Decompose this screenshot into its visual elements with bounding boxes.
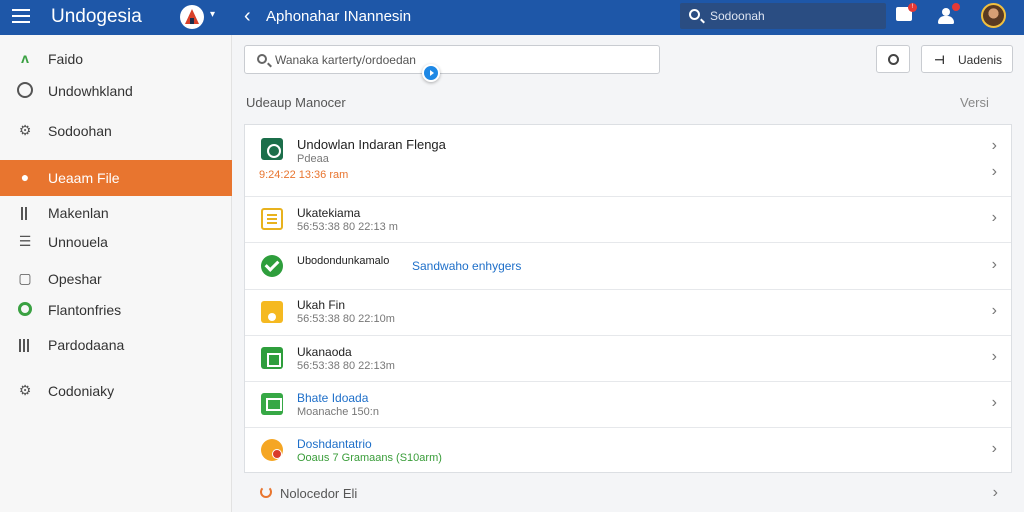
circle-icon: ● xyxy=(20,169,30,185)
check-icon xyxy=(261,255,283,277)
ring-icon xyxy=(18,302,32,316)
sidebar-item-label: Ueaam File xyxy=(48,170,120,186)
file-list: Undowlan Indaran Flenga Pdeaa 9:24:22 13… xyxy=(244,124,1012,473)
chevron-right-icon[interactable]: › xyxy=(992,163,997,181)
app-logo-icon[interactable] xyxy=(180,5,204,29)
search-box[interactable] xyxy=(244,45,660,74)
clock-icon xyxy=(17,82,33,98)
bars-icon xyxy=(17,204,33,220)
item-meta: 9:24:22 13:36 ram xyxy=(259,169,349,181)
a-icon: ʌ xyxy=(21,50,29,66)
clock-icon xyxy=(888,54,899,65)
list-item[interactable]: Undowlan Indaran Flenga Pdeaa 9:24:22 13… xyxy=(245,125,1011,197)
top-bar: Undogesia ▾ ‹ Aphonahar INannesin Sodoon… xyxy=(0,0,1024,35)
notification-icon[interactable]: ! xyxy=(896,3,917,21)
image-icon xyxy=(261,347,283,369)
chevron-right-icon[interactable]: › xyxy=(992,348,997,366)
avatar[interactable] xyxy=(981,3,1006,28)
top-search-input[interactable]: Sodoonah xyxy=(680,3,886,29)
chevron-down-icon[interactable]: ▾ xyxy=(210,9,215,20)
update-button[interactable]: ⊣ Uadenis xyxy=(921,45,1013,73)
sidebar-item-unnouela[interactable]: ☰ Unnouela xyxy=(0,225,232,259)
sidebar-item-opeshar[interactable]: ▢ Opeshar xyxy=(0,262,232,296)
sidebar: ʌ Faido Undowhkland ⚙ Sodoohan ● Ueaam F… xyxy=(0,35,232,512)
item-subtitle: 56:53:38 80 22:13m xyxy=(297,360,395,372)
main-content: ⊣ Uadenis Udeaup Manocer Versi Undowlan … xyxy=(232,35,1024,512)
play-cursor-icon[interactable] xyxy=(422,64,440,82)
item-subtitle: 56:53:38 80 22:10m xyxy=(297,313,395,325)
sidebar-item-flantonfries[interactable]: Flantonfries xyxy=(0,293,232,327)
footer-row[interactable]: Nolocedor Eli › xyxy=(244,480,1012,508)
item-status-link[interactable]: Sandwaho enhygers xyxy=(412,259,521,273)
chevron-right-icon[interactable]: › xyxy=(992,302,997,320)
chevron-right-icon[interactable]: › xyxy=(992,209,997,227)
footer-label: Nolocedor Eli xyxy=(280,486,358,501)
sidebar-item-undowhkland[interactable]: Undowhkland xyxy=(0,74,232,108)
list-item[interactable]: Ukah Fin 56:53:38 80 22:10m › xyxy=(245,290,1011,336)
sidebar-item-label: Unnouela xyxy=(48,234,108,250)
sidebar-item-label: Undowhkland xyxy=(48,83,133,99)
version-link[interactable]: Versi xyxy=(960,95,989,110)
sidebar-item-label: Makenlan xyxy=(48,205,109,221)
list-item[interactable]: Ukatekiama 56:53:38 80 22:13 m › xyxy=(245,197,1011,243)
sidebar-item-label: Faido xyxy=(48,51,84,67)
file-icon xyxy=(261,138,283,160)
item-subtitle: Pdeaa xyxy=(297,153,329,165)
columns-icon xyxy=(17,336,33,352)
back-arrow-icon[interactable]: ‹ xyxy=(244,5,251,28)
sidebar-item-label: Codoniaky xyxy=(48,383,115,399)
gear-icon: ⚙ xyxy=(18,382,32,398)
item-title: Undowlan Indaran Flenga xyxy=(297,137,446,152)
section-title: Udeaup Manocer xyxy=(246,95,346,110)
chevron-right-icon[interactable]: › xyxy=(992,137,997,155)
notification-badge: ! xyxy=(908,3,917,12)
page-heading: Aphonahar INannesin xyxy=(266,8,412,25)
pin-icon: ⊣ xyxy=(934,53,945,67)
document-icon xyxy=(261,208,283,230)
item-title: Ukah Fin xyxy=(297,298,346,312)
search-icon xyxy=(257,54,267,64)
item-subtitle: 56:53:38 80 22:13 m xyxy=(297,221,398,233)
search-icon xyxy=(689,9,700,20)
top-search-placeholder: Sodoonah xyxy=(710,9,765,23)
archive-icon xyxy=(261,439,283,461)
app-title: Undogesia xyxy=(51,6,142,27)
search-input[interactable] xyxy=(275,51,655,69)
sidebar-item-label: Flantonfries xyxy=(48,302,122,318)
box-icon: ▢ xyxy=(18,270,32,286)
sidebar-item-label: Sodoohan xyxy=(48,123,112,139)
sidebar-item-codoniaky[interactable]: ⚙ Codoniaky xyxy=(0,374,232,408)
list-item[interactable]: Doshdantatrio Ooaus 7 Gramaans (S10arm) … xyxy=(245,428,1011,473)
item-title: Doshdantatrio xyxy=(297,437,372,451)
folder-icon xyxy=(261,301,283,323)
refresh-icon xyxy=(260,486,272,498)
item-title: Ukatekiama xyxy=(297,206,361,220)
gear-icon: ⚙ xyxy=(18,122,32,138)
sidebar-item-label: Pardodaana xyxy=(48,337,125,353)
sidebar-item-sodoohan[interactable]: ⚙ Sodoohan xyxy=(0,114,232,148)
item-title: Ukanaoda xyxy=(297,345,352,359)
menu-icon[interactable] xyxy=(12,9,30,25)
stack-icon: ☰ xyxy=(18,233,32,249)
list-item[interactable]: Bhate Idoada Moanache 150:n › xyxy=(245,382,1011,428)
chevron-right-icon[interactable]: › xyxy=(992,256,997,274)
chevron-right-icon[interactable]: › xyxy=(993,484,998,502)
update-button-label: Uadenis xyxy=(958,53,1003,67)
sidebar-item-label: Opeshar xyxy=(48,271,102,287)
list-item[interactable]: Ubodondunkamalo Sandwaho enhygers › xyxy=(245,243,1011,290)
presentation-icon xyxy=(261,393,283,415)
chevron-right-icon[interactable]: › xyxy=(992,440,997,458)
item-title: Bhate Idoada xyxy=(297,391,369,405)
item-subtitle: Moanache 150:n xyxy=(297,406,379,418)
chevron-right-icon[interactable]: › xyxy=(992,394,997,412)
history-button[interactable] xyxy=(876,45,910,73)
item-title: Ubodondunkamalo xyxy=(297,255,390,267)
list-item[interactable]: Ukanaoda 56:53:38 80 22:13m › xyxy=(245,336,1011,382)
people-icon[interactable] xyxy=(937,3,960,24)
sidebar-item-faido[interactable]: ʌ Faido xyxy=(0,42,232,76)
sidebar-item-ueaam-file[interactable]: ● Ueaam File xyxy=(0,160,232,196)
sidebar-item-pardodaana[interactable]: Pardodaana xyxy=(0,328,232,362)
item-subtitle: Ooaus 7 Gramaans (S10arm) xyxy=(297,452,442,464)
